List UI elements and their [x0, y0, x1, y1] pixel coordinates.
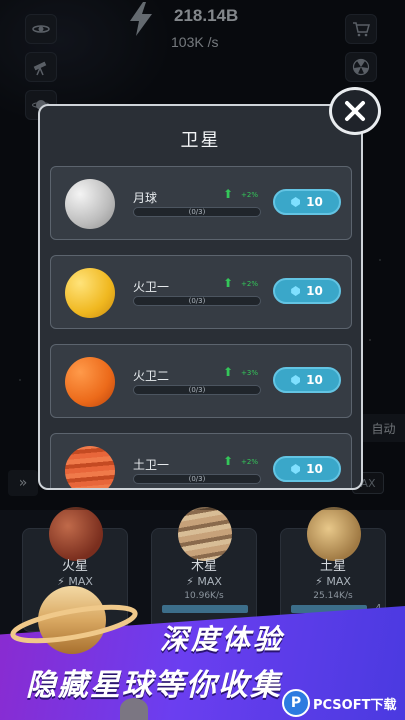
satellite-bonus: +2%: [241, 280, 258, 288]
moon-image: [65, 179, 115, 229]
planet-name: 土星: [319, 559, 346, 574]
gem-icon: [291, 286, 301, 296]
jupiter-image: [178, 507, 232, 561]
watermark: P PCSOFT下载: [282, 686, 405, 720]
satellite-progress: (0/3): [133, 385, 261, 395]
watermark-logo-icon: P: [282, 689, 310, 717]
upgrade-button[interactable]: 10: [273, 189, 341, 215]
promo-headline: 深度体验: [160, 623, 285, 656]
satellite-progress: (0/3): [133, 474, 261, 484]
gem-icon: [291, 375, 301, 385]
planet-name: 木星: [190, 559, 217, 574]
upgrade-button[interactable]: 10: [273, 278, 341, 304]
moon-corner-decoration: [120, 698, 148, 720]
upgrade-button[interactable]: 10: [273, 367, 341, 393]
mars-image: [49, 507, 103, 561]
satellite-progress: (0/3): [133, 207, 261, 217]
satellite-name: 土卫一: [133, 458, 170, 472]
gem-icon: [291, 197, 301, 207]
mimas-image: [65, 446, 115, 488]
modal-title: 卫星: [180, 130, 221, 151]
upgrade-button[interactable]: 10: [273, 456, 341, 482]
deimos-image: [65, 357, 115, 407]
saturn-illustration: [10, 586, 138, 654]
phobos-image: [65, 268, 115, 318]
satellite-name: 月球: [133, 191, 158, 205]
saturn-image: [307, 507, 361, 561]
promo-banner: 深度体验 隐藏星球等你收集 P PCSOFT下载: [0, 578, 405, 720]
arrow-up-icon: ⬆: [223, 454, 234, 468]
satellite-progress: (0/3): [133, 296, 261, 306]
satellite-bonus: +3%: [241, 369, 258, 377]
arrow-up-icon: ⬆: [223, 365, 234, 379]
close-button[interactable]: [329, 87, 381, 135]
arrow-up-icon: ⬆: [223, 187, 234, 201]
watermark-text: PCSOFT下载: [313, 697, 397, 713]
satellite-row-mimas: 土卫一 ⬆ +2% (0/3) 10: [50, 433, 352, 488]
close-icon: [345, 101, 365, 121]
satellite-name: 火卫二: [133, 369, 170, 383]
satellite-row-moon: 月球 ⬆ +2% (0/3) 10: [50, 166, 352, 240]
gem-icon: [291, 464, 301, 474]
arrow-up-icon: ⬆: [223, 276, 234, 290]
satellite-bonus: +2%: [241, 458, 258, 466]
satellite-bonus: +2%: [241, 191, 258, 199]
satellite-row-phobos: 火卫一 ⬆ +2% (0/3) 10: [50, 255, 352, 329]
promo-subheadline: 隐藏星球等你收集: [26, 668, 282, 703]
satellite-name: 火卫一: [133, 280, 170, 294]
satellite-modal: 卫星 月球 ⬆ +2% (0/3) 10 火卫一 ⬆ +2% (0/3) 10: [38, 104, 363, 490]
satellite-row-deimos: 火卫二 ⬆ +3% (0/3) 10: [50, 344, 352, 418]
